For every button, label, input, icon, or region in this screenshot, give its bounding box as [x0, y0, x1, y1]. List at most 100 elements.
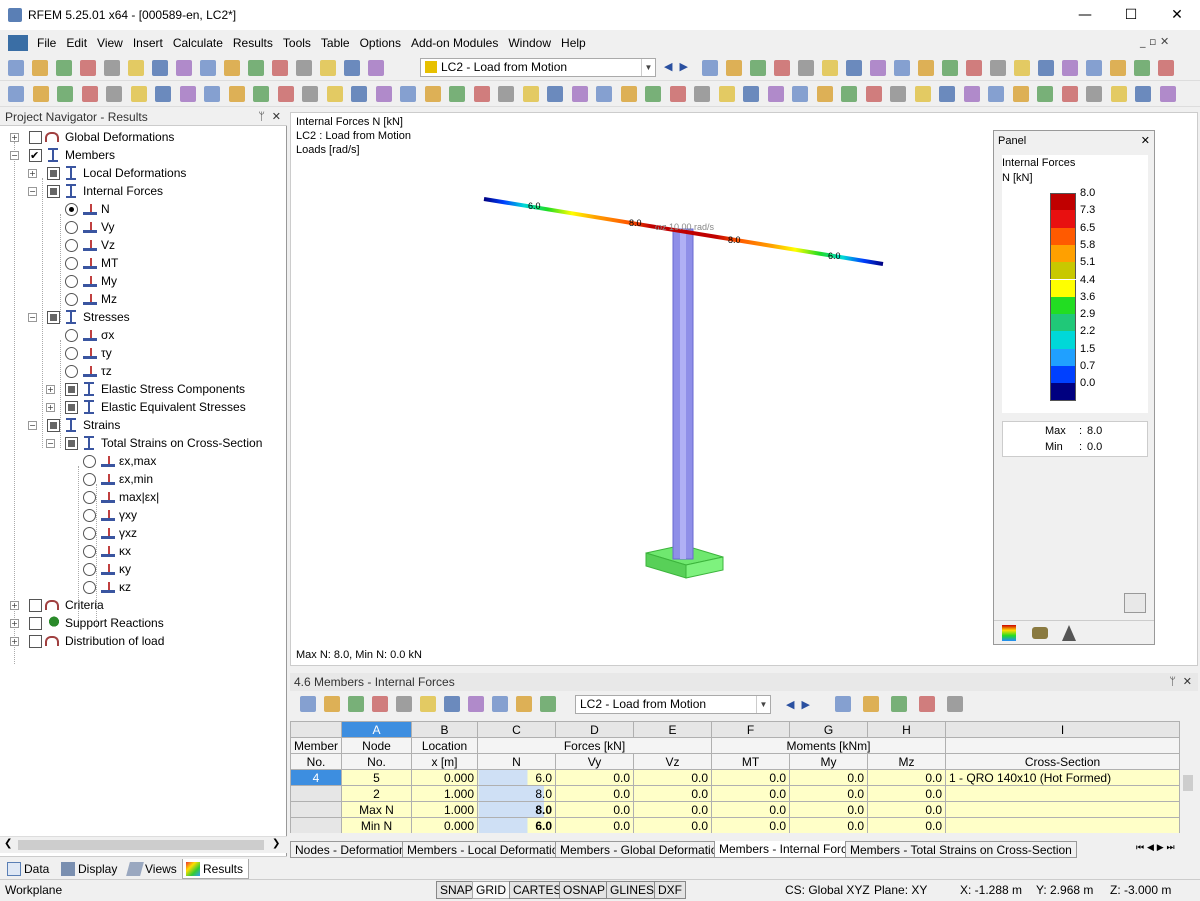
cell-mz[interactable]: 0.0 — [867, 769, 947, 786]
toolbar-icon[interactable] — [767, 86, 784, 102]
radio-button[interactable] — [83, 455, 96, 468]
cell-n[interactable]: 8.0 — [477, 801, 557, 818]
tree-item-gxz[interactable]: γxz — [0, 524, 287, 542]
toolbar-icon[interactable] — [835, 696, 851, 712]
expand-icon[interactable]: + — [10, 637, 19, 646]
toolbar-icon[interactable] — [1159, 86, 1176, 102]
table-toolbar-icons[interactable] — [300, 695, 570, 715]
scrollbar-thumb[interactable] — [18, 840, 264, 850]
toolbar-icon[interactable] — [204, 86, 220, 102]
toolbar-icon[interactable] — [870, 60, 886, 76]
toolbar-icon[interactable] — [300, 696, 316, 712]
collapse-icon[interactable]: − — [46, 439, 55, 448]
status-toggle-osnap[interactable]: OSNAP — [559, 881, 610, 899]
toolbar-icon[interactable] — [914, 86, 931, 102]
cell-vy[interactable]: 0.0 — [555, 769, 635, 786]
cell-n[interactable]: 6.0 — [477, 769, 557, 786]
collapse-icon[interactable]: − — [10, 151, 19, 160]
toolbar-icon[interactable] — [57, 86, 73, 102]
expand-icon[interactable]: + — [10, 619, 19, 628]
close-icon[interactable]: ✕ — [272, 108, 281, 126]
toolbar-main-icons[interactable] — [8, 59, 428, 77]
cell-node[interactable]: Min N — [341, 817, 413, 833]
toolbar-icon[interactable] — [302, 86, 318, 102]
menu-options[interactable]: Options — [355, 32, 406, 54]
expand-icon[interactable]: + — [46, 385, 55, 394]
close-icon[interactable]: ✕ — [1183, 673, 1192, 691]
expand-icon[interactable]: + — [10, 133, 19, 142]
graphics-window[interactable]: Internal Forces N [kN] LC2 : Load from M… — [290, 112, 1198, 666]
status-toggle-dxf[interactable]: DXF — [654, 881, 686, 899]
toolbar-icon[interactable] — [990, 60, 1006, 76]
cell-mt[interactable]: 0.0 — [711, 769, 791, 786]
table-loadcase-select[interactable]: LC2 - Load from Motion ▼ — [575, 695, 771, 714]
toolbar-icon[interactable] — [449, 86, 465, 102]
table-row[interactable]: 4 5 0.000 6.0 0.0 0.0 0.0 0.0 0.0 1 - QRO 140x10 … — [290, 769, 1180, 786]
checkbox[interactable] — [29, 617, 42, 630]
cell-my[interactable]: 0.0 — [789, 817, 869, 833]
radio-button[interactable] — [65, 275, 78, 288]
toolbar-icon[interactable] — [277, 86, 294, 102]
cell-x[interactable]: 1.000 — [411, 785, 479, 802]
toolbar-result-icons[interactable] — [702, 59, 1200, 77]
prev-next-icons[interactable]: ◀ ▶ — [786, 698, 810, 711]
tree-item-tz[interactable]: τz — [0, 362, 287, 380]
toolbar-icon[interactable] — [1086, 60, 1102, 76]
tree-item-elastic-comp[interactable]: + Elastic Stress Components — [0, 380, 287, 398]
tree-item-n[interactable]: N — [0, 200, 287, 218]
cell-vz[interactable]: 0.0 — [633, 769, 713, 786]
prev-next-icons[interactable]: ◀ ▶ — [664, 60, 688, 73]
mdi-controls[interactable]: _ ▫ ✕ — [1140, 35, 1169, 48]
expand-icon[interactable]: + — [10, 601, 19, 610]
toolbar-icon[interactable] — [248, 60, 264, 76]
toolbar-icon[interactable] — [846, 60, 862, 76]
cell-vy[interactable]: 0.0 — [555, 785, 635, 802]
toolbar-icon[interactable] — [81, 86, 98, 102]
toolbar-icon[interactable] — [865, 86, 882, 102]
cell-member[interactable] — [290, 817, 343, 833]
toolbar-icon[interactable] — [351, 86, 367, 102]
col-letter[interactable]: D — [555, 721, 635, 738]
checkbox[interactable] — [47, 419, 60, 432]
col-letter[interactable]: B — [411, 721, 479, 738]
pin-icon[interactable]: ᛘ — [258, 108, 265, 126]
cell-node[interactable]: Max N — [341, 801, 413, 818]
toolbar-icon[interactable] — [645, 86, 661, 102]
toolbar-icon[interactable] — [296, 60, 312, 76]
radio-button[interactable] — [65, 203, 78, 216]
collapse-icon[interactable]: − — [28, 313, 37, 322]
radio-button[interactable] — [83, 491, 96, 504]
tree-item-criteria[interactable]: + Criteria — [0, 596, 287, 614]
tree-item-ty[interactable]: τy — [0, 344, 287, 362]
loadcase-select[interactable]: LC2 - Load from Motion ▼ — [420, 58, 656, 77]
toolbar-icon[interactable] — [1038, 60, 1054, 76]
table-tab[interactable]: Members - Total Strains on Cross-Section — [845, 841, 1077, 858]
toolbar-icon[interactable] — [1110, 60, 1126, 76]
menu-calculate[interactable]: Calculate — [168, 32, 228, 54]
toolbar-icon[interactable] — [492, 696, 508, 712]
toolbar-icon[interactable] — [80, 60, 96, 76]
toolbar-icon[interactable] — [1110, 86, 1127, 102]
cell-cs[interactable]: 1 - QRO 140x10 (Hot Formed) — [945, 769, 1180, 786]
tree-item-internal-forces[interactable]: − Internal Forces — [0, 182, 287, 200]
cell-cs[interactable] — [945, 785, 1180, 802]
toolbar-icon[interactable] — [841, 86, 857, 102]
checkbox[interactable] — [47, 167, 60, 180]
toolbar-icon[interactable] — [176, 60, 192, 76]
toolbar-icon[interactable] — [540, 696, 556, 712]
cell-n[interactable]: 6.0 — [477, 817, 557, 833]
menu-help[interactable]: Help — [556, 32, 591, 54]
toolbar-icon[interactable] — [750, 60, 766, 76]
tree-item-global-def[interactable]: + Global Deformations — [0, 128, 287, 146]
toolbar-icon[interactable] — [919, 696, 935, 712]
status-toggle-snap[interactable]: SNAP — [436, 881, 477, 899]
cell-x[interactable]: 1.000 — [411, 801, 479, 818]
minimize-icon[interactable]: — — [1062, 0, 1108, 30]
table-row[interactable]: 2 1.000 8.0 0.0 0.0 0.0 0.0 0.0 — [290, 785, 1180, 802]
col-letter[interactable]: C — [477, 721, 557, 738]
expand-icon[interactable]: + — [28, 169, 37, 178]
toolbar-icon[interactable] — [1037, 86, 1053, 102]
tab-views[interactable]: Views — [125, 859, 177, 879]
cell-vy[interactable]: 0.0 — [555, 801, 635, 818]
toolbar-icon[interactable] — [702, 60, 718, 76]
